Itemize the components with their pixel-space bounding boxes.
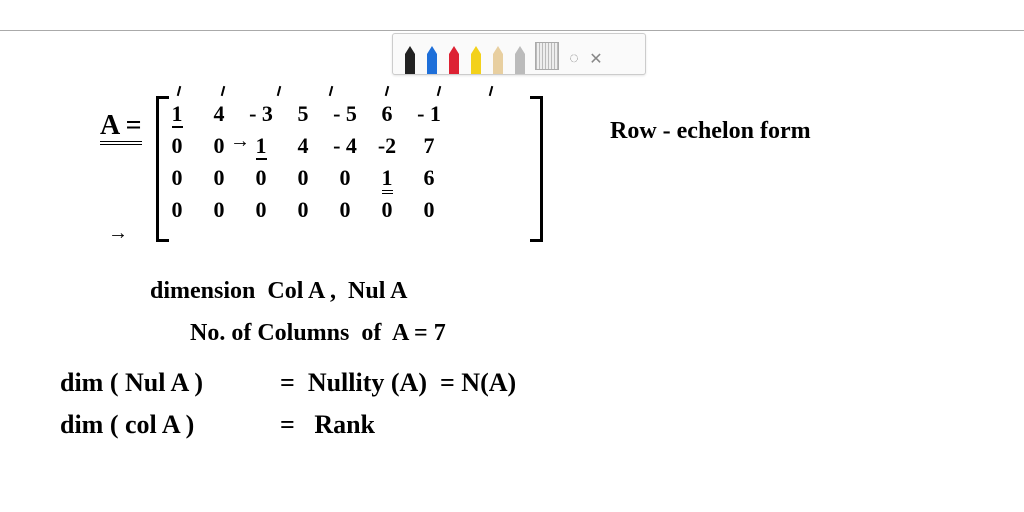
pen-blue[interactable] [423, 44, 441, 74]
matrix-cell: 4 [288, 132, 318, 160]
pen-yellow[interactable] [467, 44, 485, 74]
matrix-cell: 1 [162, 100, 192, 128]
col-tick [221, 86, 226, 96]
matrix-cell: 0 [414, 196, 444, 224]
note-dim-col-rhs: = Rank [280, 410, 375, 440]
matrix-cell: 6 [372, 100, 402, 128]
matrix-cell: 0 [204, 164, 234, 192]
matrix-cell: - 4 [330, 132, 360, 160]
matrix-lhs: A = [100, 110, 142, 142]
row-echelon-label: Row - echelon form [610, 118, 811, 145]
matrix-cell: 1 [246, 132, 276, 160]
close-icon[interactable]: ✕ [585, 44, 607, 74]
matrix-cell: 0 [246, 196, 276, 224]
matrix-cell: 0 [162, 132, 192, 160]
matrix-cell: 0 [330, 164, 360, 192]
pen-red[interactable] [445, 44, 463, 74]
page-divider [0, 30, 1024, 31]
matrix-cell: 0 [162, 196, 192, 224]
note-dim-nul-rhs: = Nullity (A) = N(A) [280, 368, 516, 398]
arrow-icon: → [230, 130, 250, 153]
matrix-row: 1 4 - 3 5 - 5 6 - 1 [162, 100, 444, 128]
matrix-body: 1 4 - 3 5 - 5 6 - 1 0 0 1 4 - 4 -2 7 0 0… [150, 96, 456, 228]
matrix-cell: - 3 [246, 100, 276, 128]
matrix-cell: - 5 [330, 100, 360, 128]
lasso-select-icon[interactable]: ◌ [563, 44, 585, 74]
matrix-cell: 0 [162, 164, 192, 192]
matrix-cell: 0 [246, 164, 276, 192]
pen-toolbar: ◌ ✕ [392, 33, 646, 75]
matrix-row: 0 0 1 4 - 4 -2 7 [162, 132, 444, 160]
note-dim-col-lhs: dim ( col A ) [60, 410, 194, 440]
matrix-right-bracket [530, 96, 543, 242]
note-dim-nul-lhs: dim ( Nul A ) [60, 368, 203, 398]
matrix-table: 1 4 - 3 5 - 5 6 - 1 0 0 1 4 - 4 -2 7 0 0… [150, 96, 456, 228]
pen-beige[interactable] [489, 44, 507, 74]
arrow-icon: → [108, 222, 128, 245]
pen-gray[interactable] [511, 44, 529, 74]
matrix-cell: 5 [288, 100, 318, 128]
matrix-cell: 0 [204, 196, 234, 224]
col-tick [385, 86, 390, 96]
matrix-cell: 6 [414, 164, 444, 192]
matrix-row: 0 0 0 0 0 1 6 [162, 164, 444, 192]
note-dimension: dimension Col A , Nul A [150, 278, 407, 305]
matrix-row: 0 0 0 0 0 0 0 [162, 196, 444, 224]
matrix-cell: 7 [414, 132, 444, 160]
col-tick [489, 86, 494, 96]
note-columns: No. of Columns of A = 7 [190, 320, 446, 347]
matrix-cell: 1 [372, 164, 402, 192]
matrix-lhs-text: A = [100, 110, 142, 145]
whiteboard-canvas: { "toolbar": { "pens": [ {"name":"pen-bl… [0, 0, 1024, 512]
col-tick [329, 86, 334, 96]
matrix-cell: 0 [330, 196, 360, 224]
matrix-cell: 4 [204, 100, 234, 128]
matrix-cell: 0 [288, 196, 318, 224]
pen-black[interactable] [401, 44, 419, 74]
matrix-cell: -2 [372, 132, 402, 160]
col-tick [437, 86, 442, 96]
matrix-cell: 0 [288, 164, 318, 192]
col-tick [177, 86, 182, 96]
matrix-cell: - 1 [414, 100, 444, 128]
matrix-cell: 0 [372, 196, 402, 224]
col-tick [277, 86, 282, 96]
ruler-tool[interactable] [535, 42, 559, 70]
